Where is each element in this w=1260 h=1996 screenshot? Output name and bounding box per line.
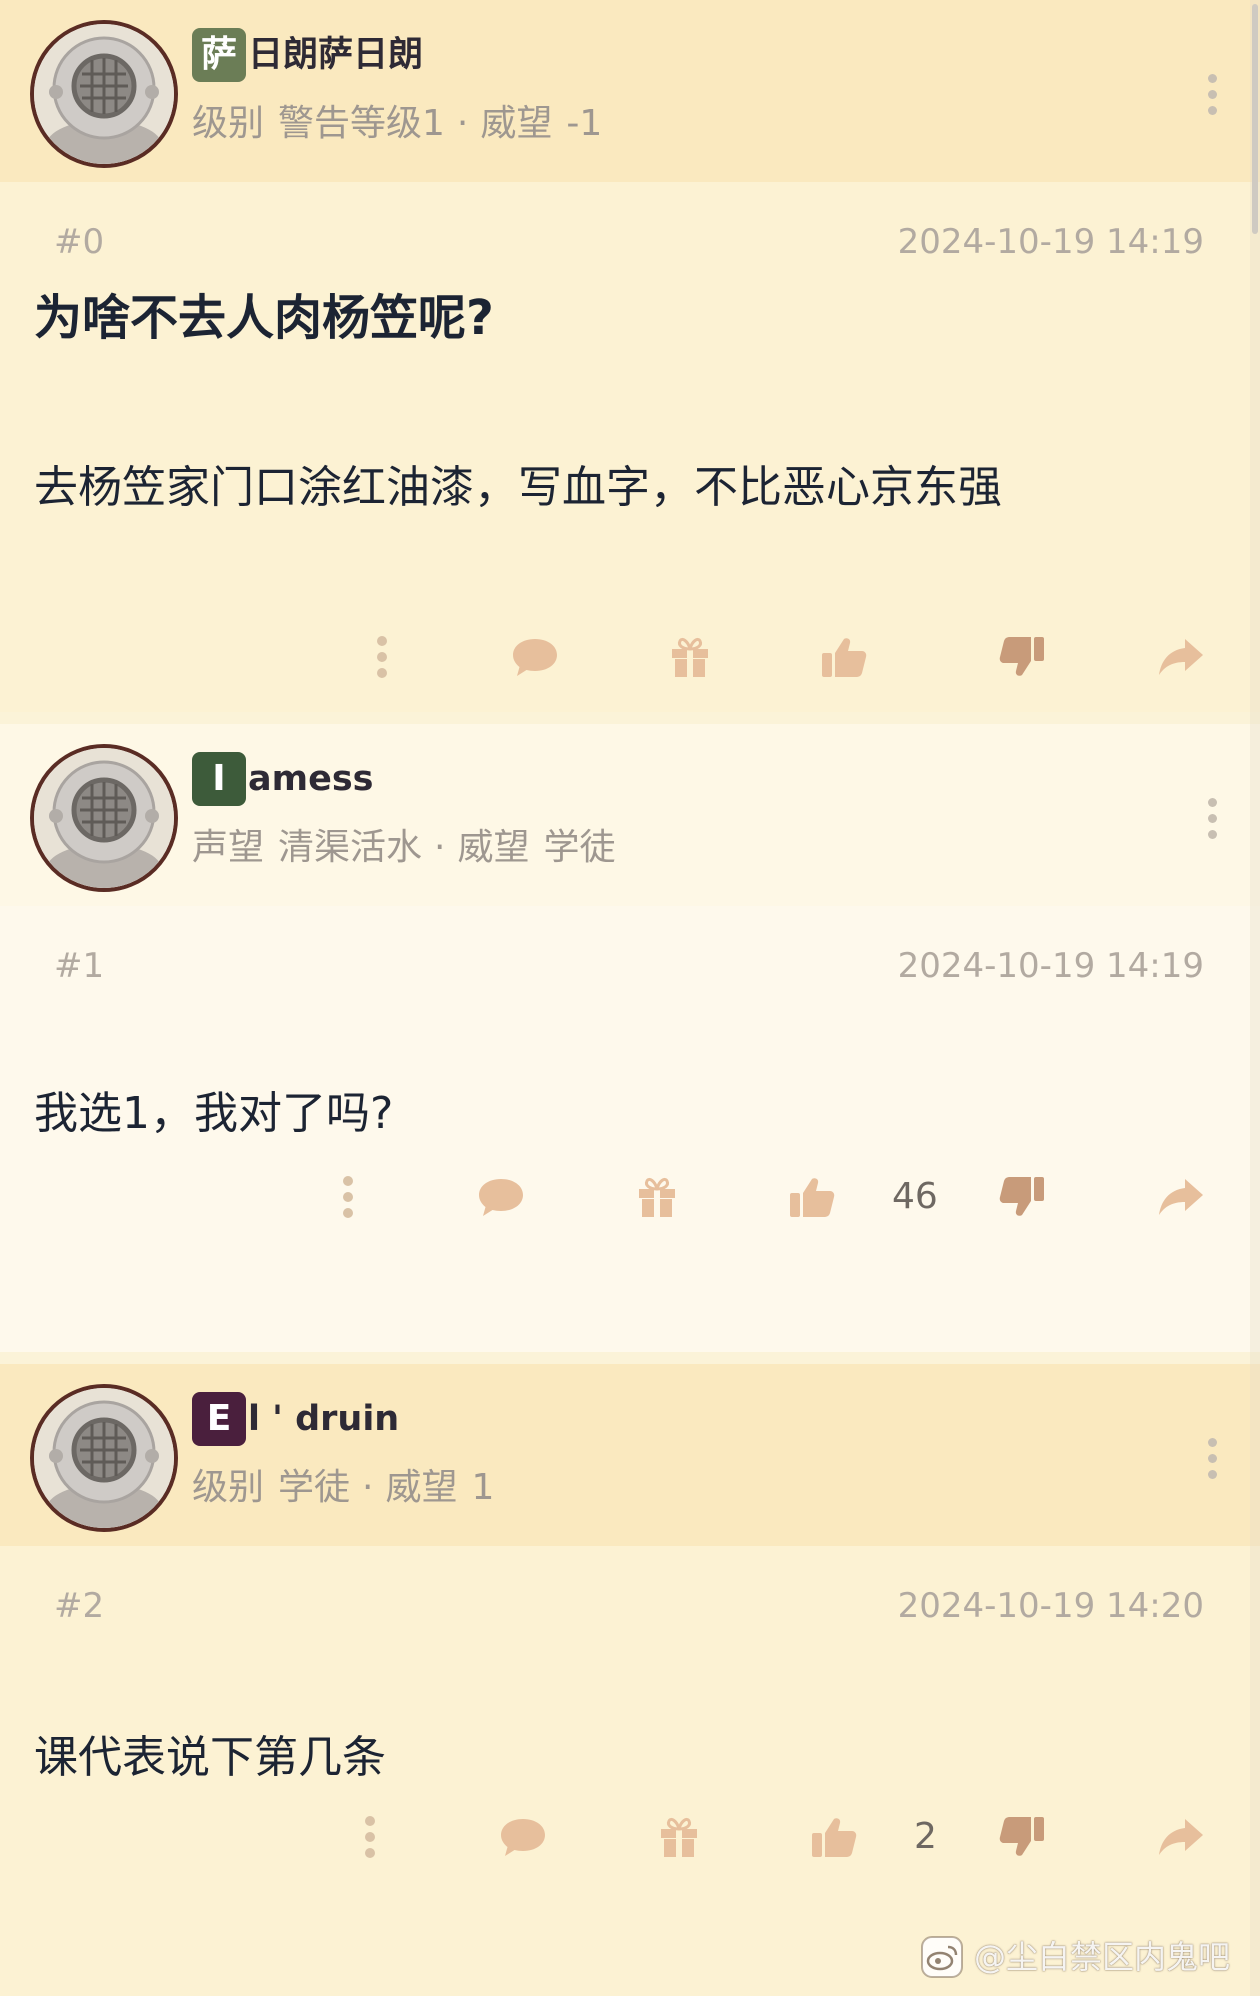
post-action-bar xyxy=(0,622,1260,692)
meta-separator: · xyxy=(434,827,446,868)
like-count: 2 xyxy=(914,1816,937,1857)
post-content: 课代表说下第几条 xyxy=(34,1732,386,1783)
thumbs-up-icon[interactable] xyxy=(786,1172,838,1222)
gift-icon[interactable] xyxy=(654,1812,704,1862)
avatar[interactable] xyxy=(30,20,178,168)
watermark: @尘白禁区内鬼吧 xyxy=(920,1932,1230,1982)
meta-label-prestige: 威望 xyxy=(480,103,553,144)
meta-label-level: 级别 xyxy=(192,103,265,144)
thumbs-down-icon[interactable] xyxy=(996,1812,1048,1862)
meta-value-level: 警告等级1 xyxy=(278,103,445,144)
floor-number: #1 xyxy=(54,946,105,986)
more-vertical-icon[interactable] xyxy=(1200,70,1224,118)
post-action-bar: 46 xyxy=(0,1162,1260,1232)
meta-value-prestige: 学徒 xyxy=(543,827,616,868)
comment-icon[interactable] xyxy=(498,1812,548,1862)
more-vertical-icon[interactable] xyxy=(370,632,394,682)
user-meta: 声望 清渠活水 · 威望 学徒 xyxy=(192,820,616,876)
share-icon[interactable] xyxy=(1155,632,1207,682)
scrollbar-thumb[interactable] xyxy=(1252,4,1258,234)
user-meta: 级别 警告等级1 · 威望 -1 xyxy=(192,96,602,152)
more-vertical-icon[interactable] xyxy=(1200,1434,1224,1482)
thumbs-down-icon[interactable] xyxy=(996,1172,1048,1222)
post-header: I amess 声望 清渠活水 · 威望 学徒 xyxy=(0,724,1260,906)
comment-icon[interactable] xyxy=(476,1172,526,1222)
comment-icon[interactable] xyxy=(510,632,560,682)
meta-separator: · xyxy=(362,1467,374,1508)
gift-icon[interactable] xyxy=(665,632,715,682)
post-body: #1 2024-10-19 14:19 我选1，我对了吗? 46 xyxy=(0,906,1260,1352)
more-vertical-icon[interactable] xyxy=(1200,794,1224,842)
post-title: 为啥不去人肉杨笠呢? xyxy=(34,290,494,346)
like-count: 46 xyxy=(892,1176,938,1217)
more-vertical-icon[interactable] xyxy=(358,1812,382,1862)
avatar[interactable] xyxy=(30,744,178,892)
meta-label-level: 级别 xyxy=(192,1467,265,1508)
username[interactable]: I amess xyxy=(192,752,374,806)
diving-helmet-avatar-icon xyxy=(34,1388,174,1528)
username-text: amess xyxy=(248,759,374,799)
diving-helmet-avatar-icon xyxy=(34,24,174,164)
share-icon[interactable] xyxy=(1155,1172,1207,1222)
thumbs-up-icon[interactable] xyxy=(808,1812,860,1862)
share-icon[interactable] xyxy=(1155,1812,1207,1862)
scrollbar[interactable] xyxy=(1250,0,1260,1996)
post-timestamp: 2024-10-19 14:19 xyxy=(897,222,1204,262)
post-body: #0 2024-10-19 14:19 为啥不去人肉杨笠呢? 去杨笠家门口涂红油… xyxy=(0,182,1260,712)
username-text: l ' druin xyxy=(248,1399,400,1439)
avatar[interactable] xyxy=(30,1384,178,1532)
diving-helmet-avatar-icon xyxy=(34,748,174,888)
post-timestamp: 2024-10-19 14:20 xyxy=(897,1586,1204,1626)
post-floor-2: E l ' druin 级别 学徒 · 威望 1 #2 2024-10-19 14:20… xyxy=(0,1364,1260,1996)
username-initial-badge: I xyxy=(192,752,246,806)
user-meta: 级别 学徒 · 威望 1 xyxy=(192,1460,494,1516)
post-feed: 萨 日朗萨日朗 级别 警告等级1 · 威望 -1 #0 2024-10-19 14:19… xyxy=(0,0,1260,1996)
post-floor-0: 萨 日朗萨日朗 级别 警告等级1 · 威望 -1 #0 2024-10-19 14:19… xyxy=(0,0,1260,712)
meta-value-level: 学徒 xyxy=(278,1467,351,1508)
more-vertical-icon[interactable] xyxy=(336,1172,360,1222)
post-content: 去杨笠家门口涂红油漆，写血字，不比恶心京东强 xyxy=(34,462,1002,513)
meta-value-reputation: 清渠活水 xyxy=(278,827,423,868)
username-initial-badge: E xyxy=(192,1392,246,1446)
username[interactable]: 萨 日朗萨日朗 xyxy=(192,28,423,82)
floor-number: #2 xyxy=(54,1586,105,1626)
gift-icon[interactable] xyxy=(632,1172,682,1222)
meta-separator: · xyxy=(456,103,469,144)
username-text: 日朗萨日朗 xyxy=(248,35,424,75)
thumbs-up-icon[interactable] xyxy=(818,632,870,682)
post-content: 我选1，我对了吗? xyxy=(34,1088,394,1139)
username[interactable]: E l ' druin xyxy=(192,1392,399,1446)
post-header: 萨 日朗萨日朗 级别 警告等级1 · 威望 -1 xyxy=(0,0,1260,182)
post-floor-1: I amess 声望 清渠活水 · 威望 学徒 #1 2024-10-19 14:19 … xyxy=(0,724,1260,1352)
meta-label-reputation: 声望 xyxy=(192,827,265,868)
username-initial-badge: 萨 xyxy=(192,28,246,82)
meta-label-prestige: 威望 xyxy=(457,827,530,868)
post-body: #2 2024-10-19 14:20 课代表说下第几条 2 xyxy=(0,1546,1260,1996)
floor-number: #0 xyxy=(54,222,105,262)
watermark-text: @尘白禁区内鬼吧 xyxy=(973,1938,1230,1976)
thumbs-down-icon[interactable] xyxy=(996,632,1048,682)
weibo-logo-icon xyxy=(920,1936,963,1978)
meta-label-prestige: 威望 xyxy=(385,1467,458,1508)
post-action-bar: 2 xyxy=(0,1802,1260,1872)
meta-value-prestige: -1 xyxy=(566,103,603,144)
post-header: E l ' druin 级别 学徒 · 威望 1 xyxy=(0,1364,1260,1546)
post-timestamp: 2024-10-19 14:19 xyxy=(897,946,1204,986)
meta-value-prestige: 1 xyxy=(471,1467,495,1508)
